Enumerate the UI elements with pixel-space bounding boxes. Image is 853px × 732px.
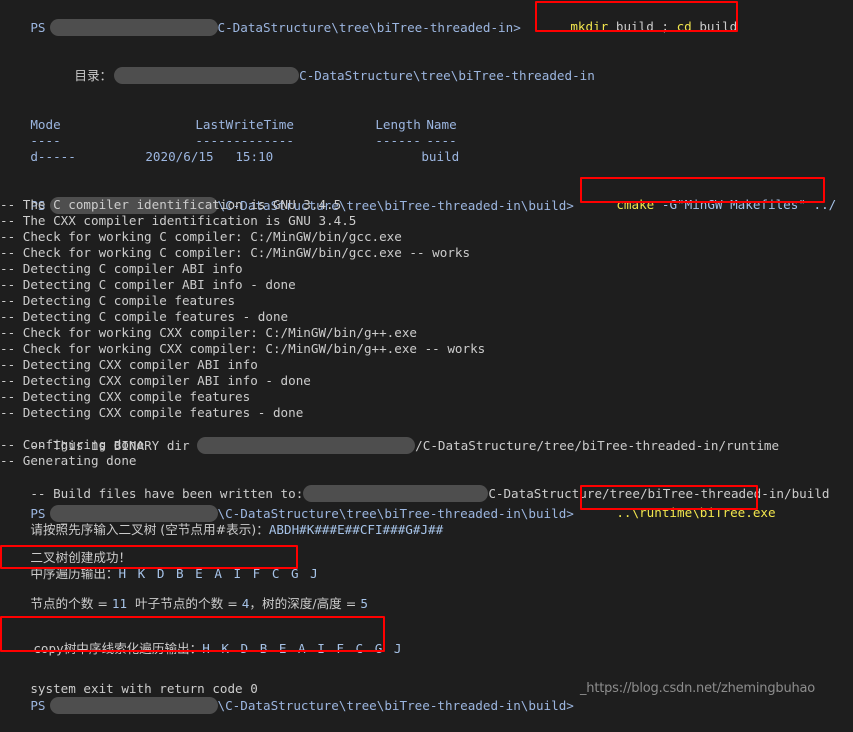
cmake-output-line: -- Check for working C compiler: C:/MinG… bbox=[0, 229, 402, 245]
stats-depth-value: 5 bbox=[360, 596, 368, 611]
cmake-output-text: -- The C compiler identification is GNU … bbox=[0, 197, 342, 212]
inorder-label: 中序遍历输出： bbox=[30, 566, 119, 581]
generating-done-line: -- Generating done bbox=[0, 453, 136, 469]
cmake-output-line: -- Detecting C compiler ABI info - done bbox=[0, 277, 296, 293]
prompt-path: C-DataStructure\tree\biTree-threaded-in> bbox=[217, 20, 521, 35]
command-run-exe[interactable]: ..\runtime\biTree.exe bbox=[586, 489, 776, 537]
cmake-output-line: -- Detecting CXX compile features bbox=[0, 389, 250, 405]
cmake-output-text: -- Detecting C compile features - done bbox=[0, 309, 289, 324]
cmake-output-line: -- Check for working CXX compiler: C:/Mi… bbox=[0, 341, 485, 357]
cmake-output-text: -- Check for working C compiler: C:/MinG… bbox=[0, 245, 471, 260]
cmake-output-text: -- Detecting CXX compiler ABI info bbox=[0, 357, 258, 372]
cmake-output-line: -- Detecting C compile features - done bbox=[0, 309, 288, 325]
prompt-line-1: PS C-DataStructure\tree\biTree-threaded-i… bbox=[0, 3, 521, 54]
generating-done-text: -- Generating done bbox=[0, 453, 137, 468]
cmake-output-line: -- Detecting C compile features bbox=[0, 293, 235, 309]
cmake-output-text: -- Check for working CXX compiler: C:/Mi… bbox=[0, 325, 418, 340]
cmake-output-line: -- Detecting CXX compile features - done bbox=[0, 405, 303, 421]
mkdir-keyword: mkdir bbox=[570, 19, 609, 34]
cmake-output-text: -- Detecting C compile features bbox=[0, 293, 236, 308]
inorder-value: H K D B E A I F C G J bbox=[118, 566, 320, 581]
cmake-output-line: -- Check for working C compiler: C:/MinG… bbox=[0, 245, 470, 261]
copy-label: 树中序线索化遍历输出： bbox=[63, 641, 203, 656]
cmake-output-line: -- Detecting CXX compiler ABI info - don… bbox=[0, 373, 311, 389]
cmake-output-text: -- Check for working CXX compiler: C:/Mi… bbox=[0, 341, 486, 356]
row-name: build bbox=[421, 149, 460, 164]
cmake-output-line: -- Check for working CXX compiler: C:/Mi… bbox=[0, 325, 417, 341]
ps-label-4: PS bbox=[30, 698, 46, 713]
cmake-args: -G"MinGW Makefiles" ../ bbox=[661, 197, 837, 212]
mkdir-arg: build bbox=[615, 19, 654, 34]
directory-label: 目录： bbox=[74, 68, 113, 83]
redacted-dir-bar bbox=[114, 67, 300, 84]
cmake-keyword: cmake bbox=[616, 197, 655, 212]
directory-path: C-DataStructure\tree\biTree-threaded-in bbox=[299, 68, 595, 83]
configuring-done-line: -- Configuring done bbox=[0, 437, 144, 453]
row-date: 2020/6/15 bbox=[145, 149, 214, 164]
command-cmake[interactable]: cmake -G"MinGW Makefiles" ../ bbox=[586, 181, 836, 229]
cmake-output-line: -- Detecting C compiler ABI info bbox=[0, 261, 243, 277]
stats-depth-label: ，树的深度/高度 = bbox=[249, 596, 361, 611]
cmake-output-text: -- Detecting CXX compile features - done bbox=[0, 405, 304, 420]
stats-node-value: 11 bbox=[111, 596, 128, 611]
run-exe-text: ..\runtime\biTree.exe bbox=[616, 505, 776, 520]
redacted-path-bar bbox=[49, 19, 218, 36]
cmake-output-text: -- Detecting CXX compile features bbox=[0, 389, 251, 404]
binary-dir-path: /C-DataStructure/tree/biTree-threaded-in… bbox=[415, 438, 780, 453]
cmake-output-text: -- The CXX compiler identification is GN… bbox=[0, 213, 357, 228]
cmake-output-text: -- Detecting C compiler ABI info - done bbox=[0, 277, 296, 292]
stats-node-label: 节点的个数 = bbox=[30, 596, 112, 611]
copy-prefix: copy bbox=[33, 641, 64, 656]
redacted-path-bar-4 bbox=[49, 697, 218, 714]
cd-keyword: cd bbox=[676, 19, 692, 34]
stats-leaf-label: 叶子节点的个数 = bbox=[127, 596, 242, 611]
prompt-path-build-3: \C-DataStructure\tree\biTree-threaded-in… bbox=[217, 698, 574, 713]
directory-label-line: 目录： C-DataStructure\tree\biTree-threaded-… bbox=[44, 51, 595, 102]
cmake-output-line: -- The CXX compiler identification is GN… bbox=[0, 213, 356, 229]
cmake-output-text: -- Check for working C compiler: C:/MinG… bbox=[0, 229, 402, 244]
cd-arg: build bbox=[699, 19, 738, 34]
terminal-window[interactable]: PS C-DataStructure\tree\biTree-threaded-i… bbox=[0, 0, 853, 714]
row-time: 15:10 bbox=[235, 149, 274, 164]
row-mode: d----- bbox=[30, 149, 76, 164]
cmake-output-text: -- Detecting C compiler ABI info bbox=[0, 261, 243, 276]
command-separator: ; bbox=[661, 19, 669, 34]
stats-line: 节点的个数 = 11 叶子节点的个数 = 4，树的深度/高度 = 5 bbox=[0, 580, 368, 628]
cmake-output-text: -- Detecting CXX compiler ABI info - don… bbox=[0, 373, 311, 388]
ps-label: PS bbox=[30, 20, 46, 35]
watermark-text: _https://blog.csdn.net/zhemingbuhao bbox=[580, 681, 816, 696]
copy-value: H K D B E A I F C G J bbox=[202, 641, 404, 656]
input-value: ABDH#K###E##CFI###G#J## bbox=[268, 522, 444, 537]
configuring-done-text: -- Configuring done bbox=[0, 437, 145, 452]
cmake-output-line: -- The C compiler identification is GNU … bbox=[0, 197, 341, 213]
cmake-output-line: -- Detecting CXX compiler ABI info bbox=[0, 357, 258, 373]
table-row: d----- 2020/6/15 15:10 build bbox=[0, 133, 459, 181]
command-mkdir-cd[interactable]: mkdir build ; cd build bbox=[540, 3, 737, 51]
redacted-binary-bar bbox=[197, 437, 416, 454]
